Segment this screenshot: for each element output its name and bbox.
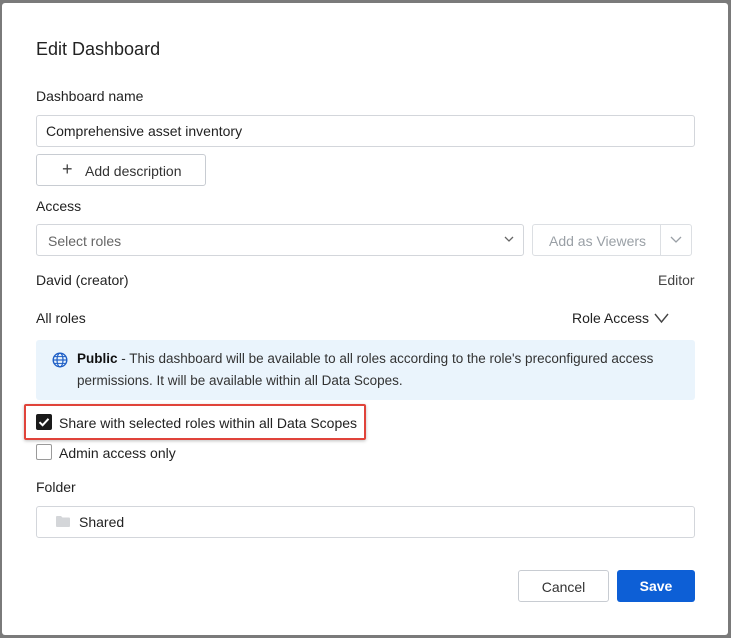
- add-description-button[interactable]: + Add description: [36, 154, 206, 186]
- cancel-label: Cancel: [541, 579, 586, 595]
- dialog-title: Edit Dashboard: [36, 39, 161, 59]
- split-divider: [660, 225, 661, 255]
- globe-icon: [52, 352, 68, 368]
- share-checkbox-label[interactable]: Share with selected roles within all Dat…: [59, 415, 357, 431]
- all-roles-label: All roles: [36, 310, 86, 326]
- add-description-label: Add description: [85, 163, 182, 179]
- cancel-button[interactable]: Cancel: [518, 570, 609, 602]
- public-info-banner: Public - This dashboard will be availabl…: [36, 340, 695, 400]
- edit-dashboard-dialog: Edit Dashboard Dashboard name Comprehens…: [2, 3, 728, 635]
- dashboard-name-label: Dashboard name: [36, 88, 144, 104]
- folder-icon: [56, 516, 70, 527]
- role-access-dropdown[interactable]: Role Access: [572, 310, 672, 330]
- info-text: - This dashboard will be available to al…: [117, 351, 654, 366]
- add-as-viewers-button[interactable]: Add as Viewers: [532, 224, 692, 256]
- access-label: Access: [36, 198, 82, 214]
- folder-select[interactable]: Shared: [36, 506, 695, 538]
- creator-name: David (creator): [36, 272, 129, 288]
- save-label: Save: [639, 578, 673, 594]
- folder-value: Shared: [79, 514, 125, 530]
- role-access-label: Role Access: [572, 310, 650, 326]
- add-as-viewers-label: Add as Viewers: [549, 233, 647, 249]
- info-text-line1: Public - This dashboard will be availabl…: [77, 351, 653, 366]
- plus-icon: +: [62, 159, 73, 179]
- dashboard-name-input[interactable]: Comprehensive asset inventory: [36, 115, 695, 147]
- checkmark-icon: [38, 418, 50, 427]
- creator-role: Editor: [658, 272, 695, 288]
- select-roles-dropdown[interactable]: Select roles: [36, 224, 524, 256]
- chevron-down-icon: [654, 313, 669, 324]
- chevron-down-icon: [504, 236, 514, 242]
- dashboard-name-value: Comprehensive asset inventory: [46, 123, 243, 139]
- share-checkbox[interactable]: [36, 414, 52, 430]
- admin-access-label[interactable]: Admin access only: [59, 445, 176, 461]
- admin-access-checkbox[interactable]: [36, 444, 52, 460]
- info-text-line2: permissions. It will be available within…: [77, 373, 403, 388]
- select-roles-placeholder: Select roles: [48, 233, 122, 249]
- chevron-down-icon[interactable]: [670, 236, 682, 243]
- folder-label: Folder: [36, 479, 76, 495]
- save-button[interactable]: Save: [617, 570, 695, 602]
- info-bold-public: Public: [77, 351, 118, 366]
